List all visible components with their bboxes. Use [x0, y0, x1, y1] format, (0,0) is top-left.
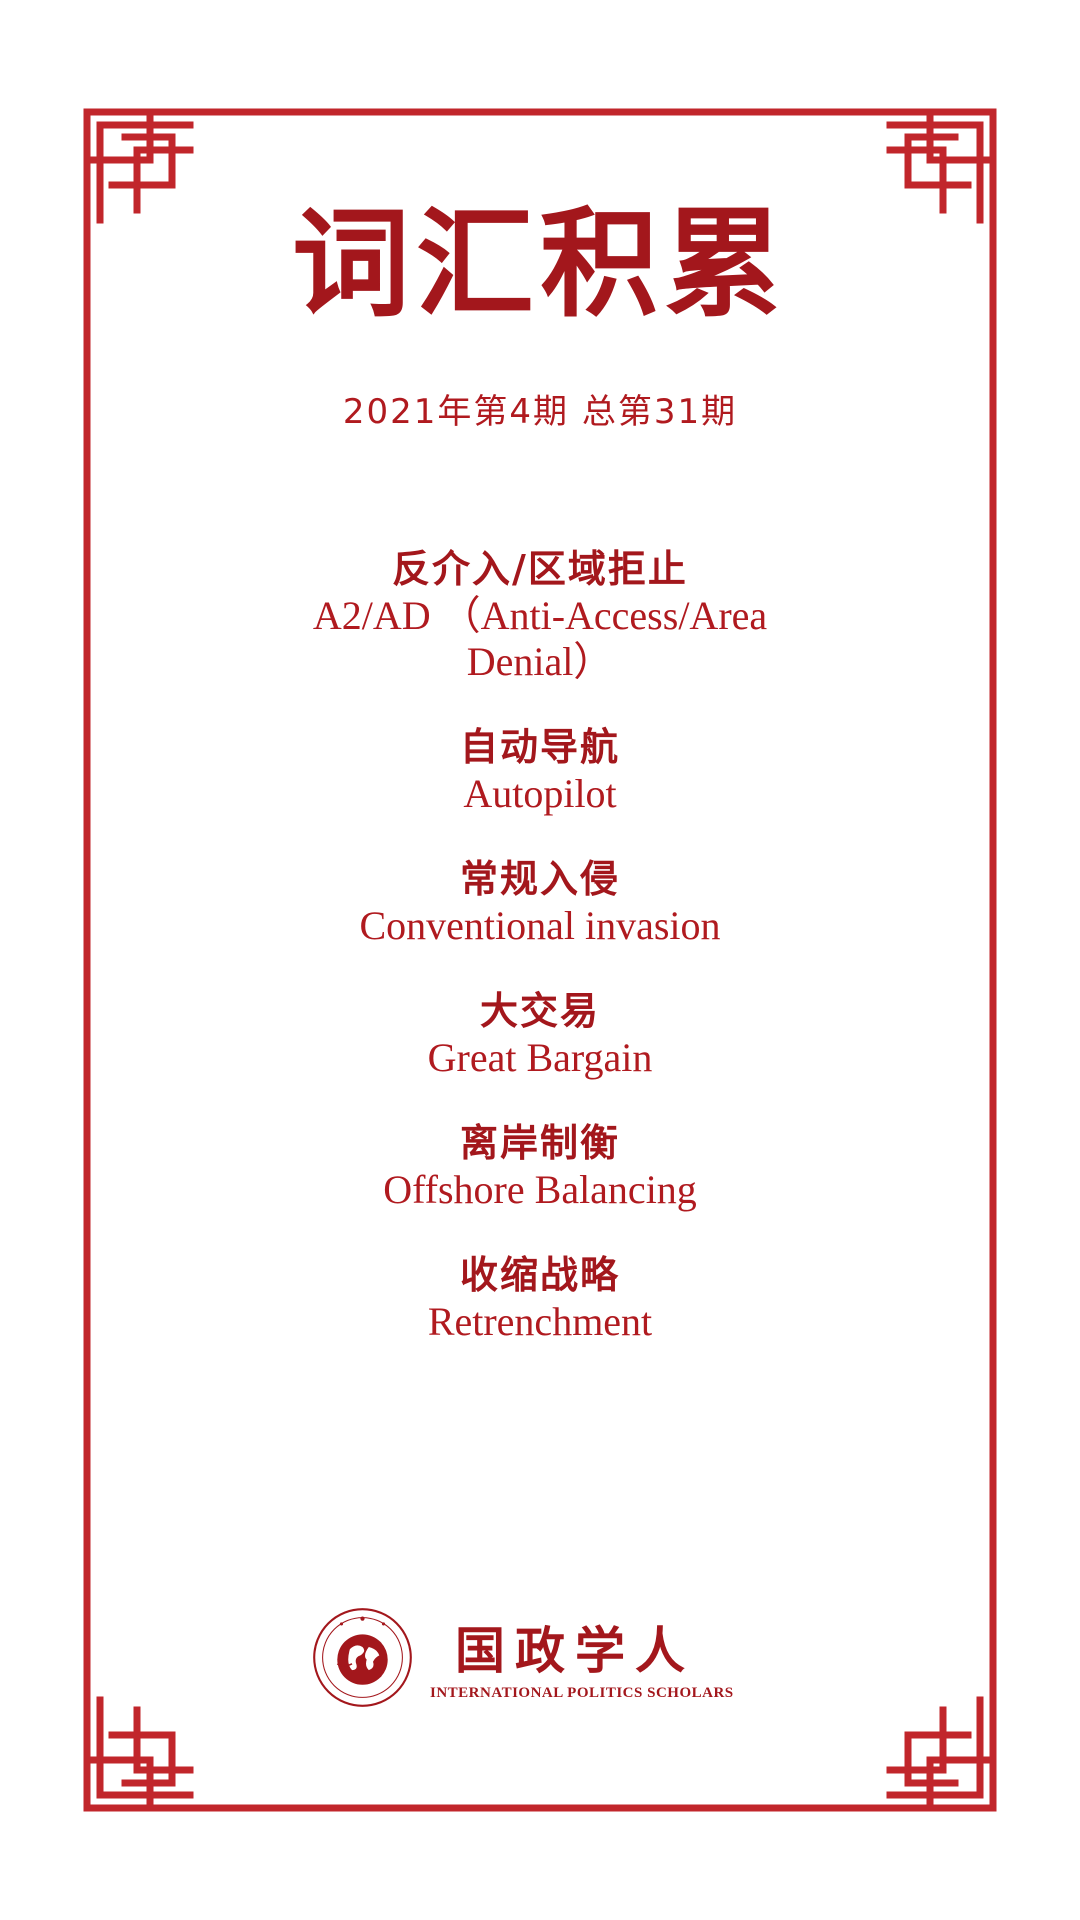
term-english: Retrenchment [427, 1299, 653, 1344]
term-chinese: 自动导航 [459, 724, 620, 769]
logo-subtitle: INTERNATIONAL POLITICS SCHOLARS [430, 1685, 734, 1701]
logo-name: 国政学人 [455, 1621, 695, 1680]
list-item: 大交易 Great Bargain [250, 987, 830, 1081]
issue-number: 2021年第4期 总第31期 [342, 392, 738, 432]
term-chinese: 大交易 [479, 988, 600, 1033]
publisher-logo: 国政学人 INTERNATIONAL POLITICS SCHOLARS [310, 1605, 780, 1715]
term-english: Great Bargain [427, 1035, 653, 1080]
term-english: Offshore Balancing [383, 1167, 697, 1212]
page-title: 词汇积累 [291, 194, 788, 333]
list-item: 收缩战略 Retrenchment [250, 1251, 830, 1345]
term-english: Autopilot [463, 771, 617, 816]
list-item: 常规入侵 Conventional invasion [250, 855, 830, 949]
term-chinese: 常规入侵 [459, 856, 620, 901]
term-chinese: 离岸制衡 [459, 1120, 620, 1165]
vocabulary-list: 反介入/区域拒止 A2/AD （Anti-Access/Area Denial）… [250, 545, 830, 1383]
term-english: Conventional invasion [359, 903, 721, 948]
term-english: A2/AD （Anti-Access/Area Denial） [312, 593, 768, 684]
term-chinese: 收缩战略 [459, 1252, 620, 1297]
term-chinese: 反介入/区域拒止 [392, 546, 688, 591]
list-item: 离岸制衡 Offshore Balancing [250, 1119, 830, 1213]
list-item: 自动导航 Autopilot [250, 723, 830, 817]
page-content: 词汇积累 2021年第4期 总第31期 反介入/区域拒止 A2/AD （Anti… [0, 0, 1080, 1920]
list-item: 反介入/区域拒止 A2/AD （Anti-Access/Area Denial） [250, 545, 830, 685]
globe-seal-icon [313, 1608, 412, 1707]
